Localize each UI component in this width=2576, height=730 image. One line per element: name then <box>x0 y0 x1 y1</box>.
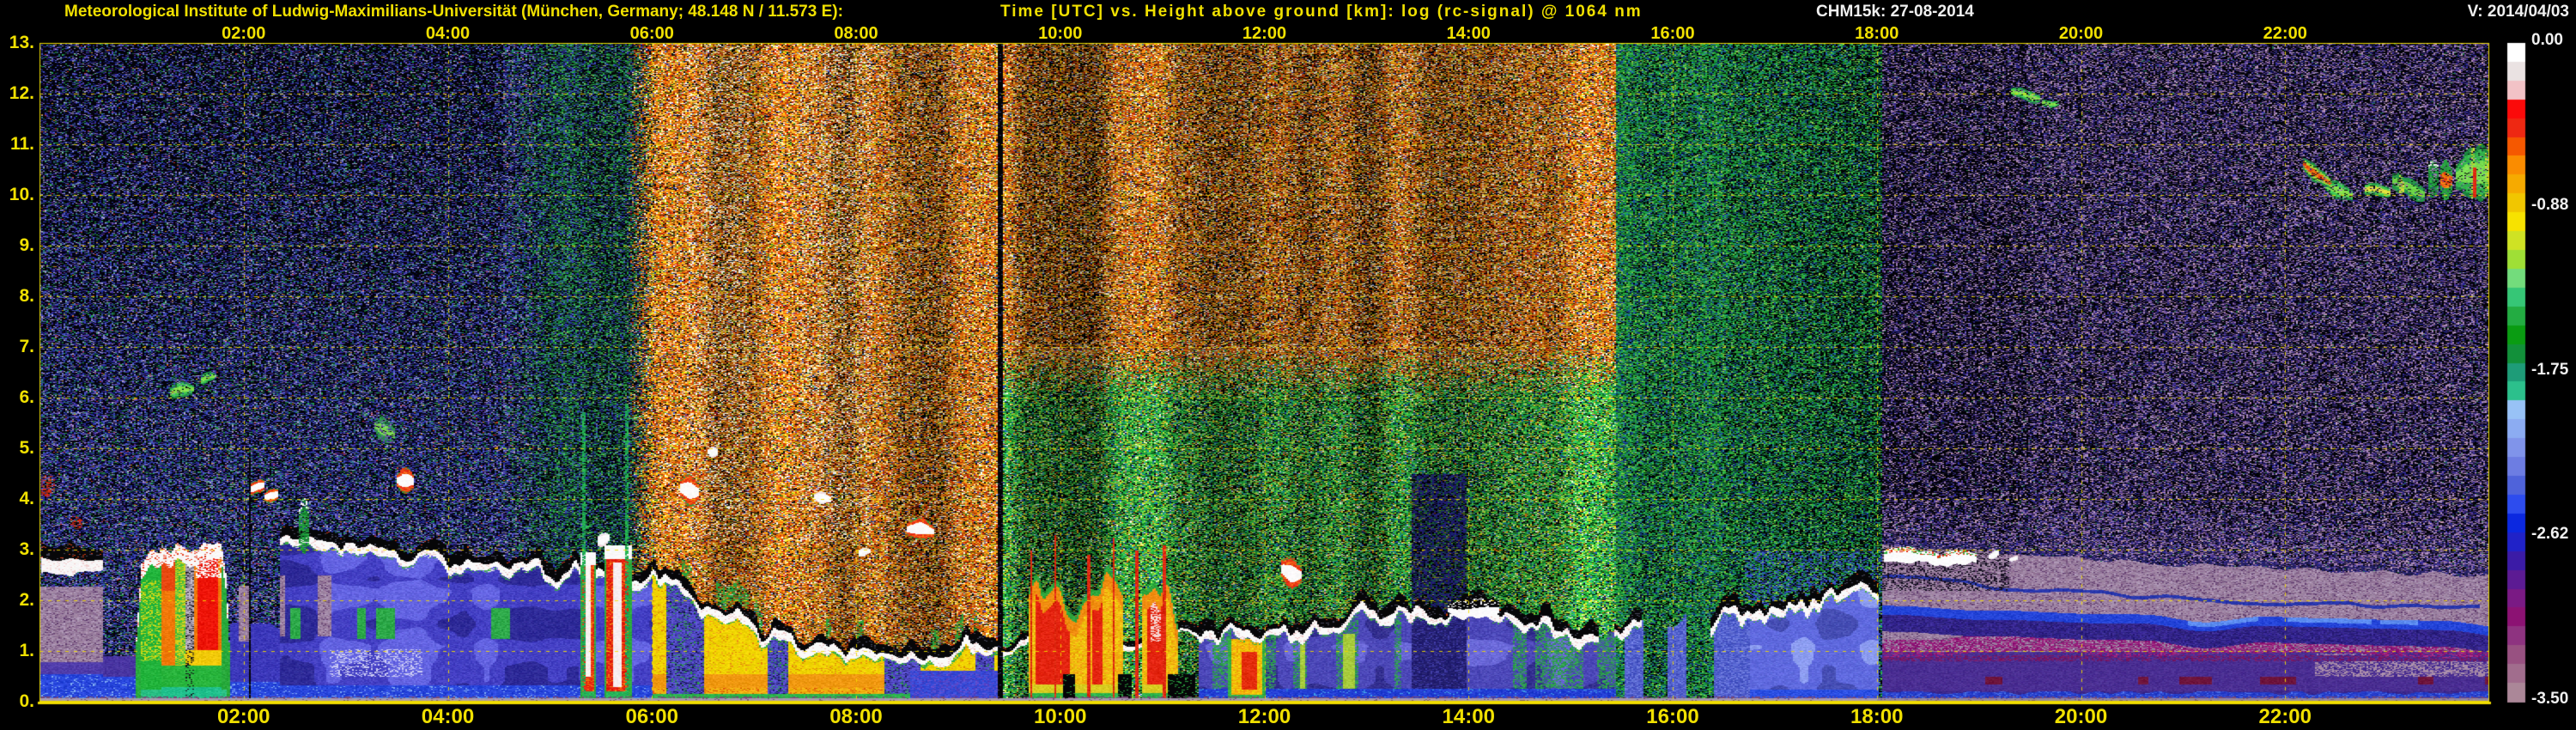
height-tick: 10. <box>9 185 34 204</box>
time-tick-bottom: 02:00 <box>217 705 270 728</box>
height-tick: 0. <box>19 691 34 711</box>
plot-title: Time [UTC] vs. Height above ground [km]:… <box>1000 3 1643 21</box>
heatmap-canvas <box>0 0 2576 730</box>
height-tick: 11. <box>9 134 34 154</box>
time-tick-top: 16:00 <box>1650 24 1695 43</box>
time-tick-top: 10:00 <box>1038 24 1083 43</box>
height-tick: 3. <box>19 539 34 559</box>
time-tick-bottom: 04:00 <box>421 705 475 728</box>
time-tick-top: 14:00 <box>1446 24 1491 43</box>
time-tick-bottom: 10:00 <box>1034 705 1087 728</box>
colorbar-tick: -3.50 <box>2531 690 2569 708</box>
time-tick-bottom: 06:00 <box>625 705 678 728</box>
time-tick-bottom: 18:00 <box>1850 705 1904 728</box>
time-tick-top: 06:00 <box>629 24 674 43</box>
time-tick-top: 12:00 <box>1242 24 1287 43</box>
time-tick-bottom: 12:00 <box>1237 705 1291 728</box>
height-tick: 13. <box>9 33 34 52</box>
time-tick-top: 08:00 <box>834 24 878 43</box>
height-tick: 12. <box>9 83 34 103</box>
height-tick: 7. <box>19 337 34 356</box>
time-tick-top: 02:00 <box>222 24 266 43</box>
height-tick: 8. <box>19 286 34 306</box>
time-tick-bottom: 16:00 <box>1646 705 1699 728</box>
height-tick: 4. <box>19 489 34 508</box>
time-tick-top: 18:00 <box>1855 24 1899 43</box>
colorbar-tick: -2.62 <box>2531 525 2569 544</box>
colorbar-tick: -1.75 <box>2531 360 2569 379</box>
colorbar-tick: 0.00 <box>2531 31 2563 49</box>
height-tick: 6. <box>19 387 34 407</box>
time-tick-top: 22:00 <box>2263 24 2307 43</box>
time-tick-top: 04:00 <box>425 24 471 43</box>
time-tick-bottom: 08:00 <box>829 705 883 728</box>
version-stamp: V: 2014/04/03 <box>2467 3 2569 21</box>
time-tick-bottom: 14:00 <box>1442 705 1495 728</box>
time-tick-top: 20:00 <box>2058 24 2104 43</box>
instrument-date: CHM15k: 27-08-2014 <box>1816 3 1974 21</box>
height-tick: 1. <box>19 641 34 660</box>
height-tick: 5. <box>19 438 34 458</box>
height-tick: 9. <box>19 235 34 255</box>
height-tick: 2. <box>19 590 34 610</box>
colorbar-tick: -0.88 <box>2531 195 2569 214</box>
ceilometer-quicklook: Meteorological Institute of Ludwig-Maxim… <box>0 0 2576 730</box>
time-tick-bottom: 20:00 <box>2054 705 2108 728</box>
time-tick-bottom: 22:00 <box>2258 705 2312 728</box>
institute-title: Meteorological Institute of Ludwig-Maxim… <box>64 3 843 21</box>
